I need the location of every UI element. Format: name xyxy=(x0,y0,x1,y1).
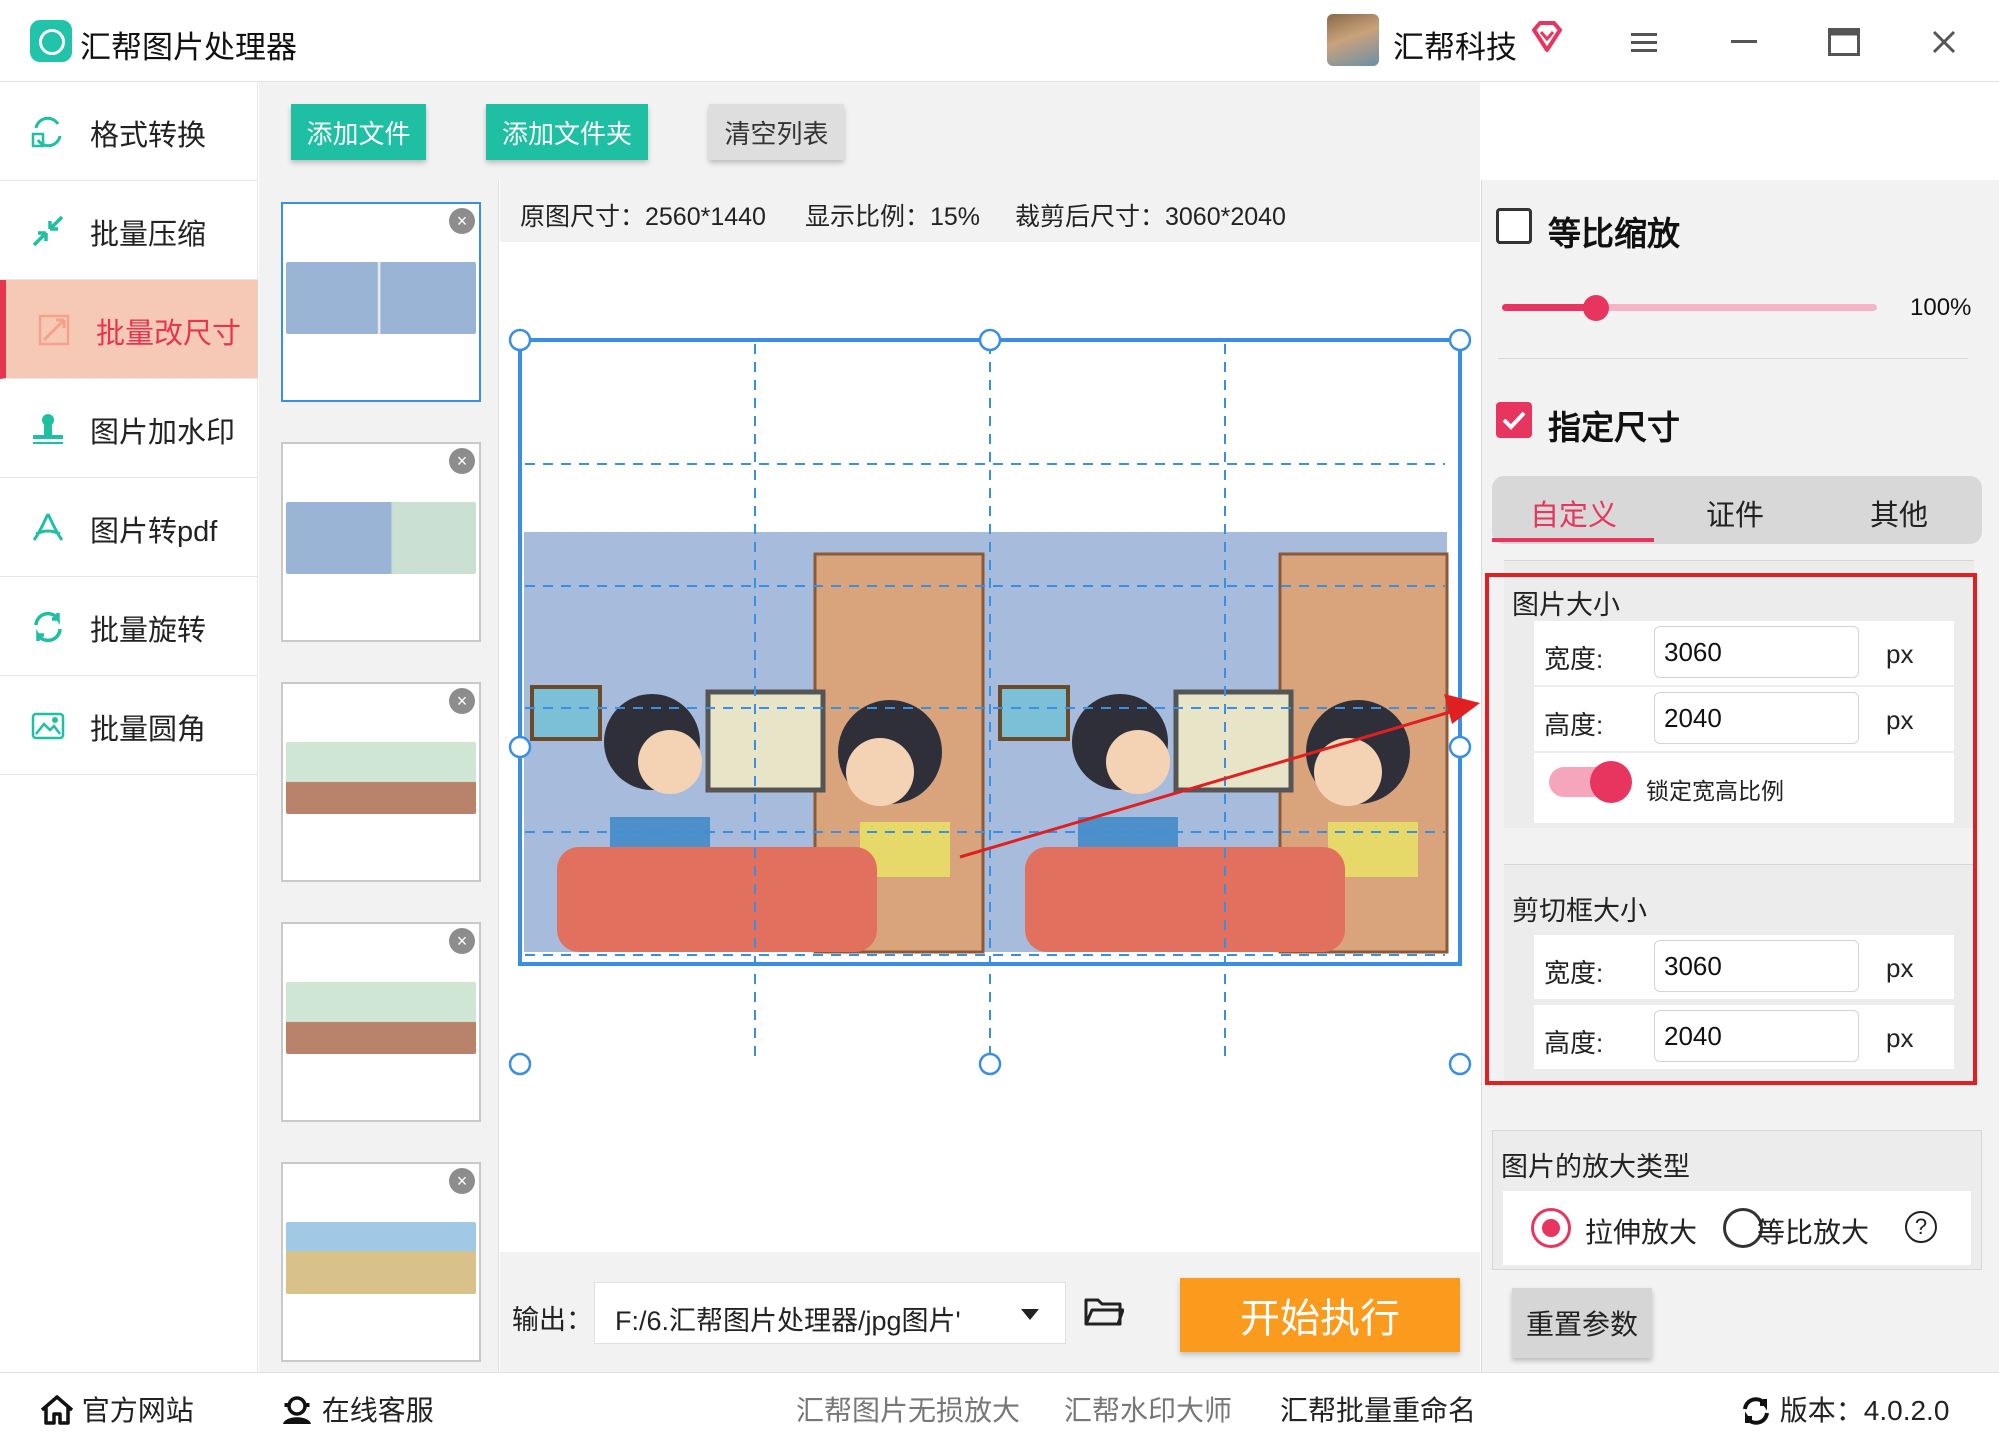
convert-icon xyxy=(31,116,62,148)
size-mode-tabs: 自定义 证件 其他 xyxy=(1492,476,1982,544)
online-support-label: 在线客服 xyxy=(321,1395,434,1426)
scale-slider-knob[interactable] xyxy=(1582,295,1609,321)
remove-thumbnail-icon[interactable]: × xyxy=(449,448,475,474)
official-website-link[interactable]: 官方网站 xyxy=(40,1389,194,1429)
enlarge-type-group: 图片的放大类型 拉伸放大 等比放大 ? xyxy=(1492,1130,1982,1270)
home-icon xyxy=(40,1395,74,1425)
refresh-icon xyxy=(1743,1397,1769,1425)
app-title: 汇帮图片处理器 xyxy=(80,30,297,65)
online-support-link[interactable]: 在线客服 xyxy=(280,1389,434,1429)
proportional-enlarge-label[interactable]: 等比放大 xyxy=(1757,1211,1869,1251)
maximize-icon[interactable] xyxy=(1824,22,1864,62)
folder-icon[interactable] xyxy=(1084,1294,1124,1328)
remove-thumbnail-icon[interactable]: × xyxy=(449,928,475,954)
footer: 官方网站 在线客服 汇帮图片无损放大 汇帮水印大师 汇帮批量重命名 版本：4.0… xyxy=(0,1372,1999,1439)
tab-other[interactable]: 其他 xyxy=(1870,492,1928,534)
reset-params-button[interactable]: 重置参数 xyxy=(1512,1288,1652,1358)
clear-list-button[interactable]: 清空列表 xyxy=(709,104,844,160)
toolbar: 添加文件 添加文件夹 清空列表 xyxy=(259,82,1480,180)
add-file-button[interactable]: 添加文件 xyxy=(291,104,426,160)
specified-size-label: 指定尺寸 xyxy=(1548,409,1680,446)
version-label: 版本：4.0.2.0 xyxy=(1779,1395,1950,1426)
original-size-text: 原图尺寸：2560*1440 xyxy=(520,203,766,231)
preview-canvas[interactable] xyxy=(500,242,1480,1252)
version-info[interactable]: 版本：4.0.2.0 xyxy=(1740,1389,1949,1429)
sidebar-item-batch-resize[interactable]: 批量改尺寸 xyxy=(0,280,258,379)
sidebar-item-batch-rotate[interactable]: 批量旋转 xyxy=(0,577,258,676)
sidebar-item-label: 批量改尺寸 xyxy=(96,318,242,350)
footer-link-upscale[interactable]: 汇帮图片无损放大 xyxy=(796,1389,1020,1429)
support-icon xyxy=(283,1396,311,1424)
checkmark-icon xyxy=(1502,411,1526,430)
user-name[interactable]: 汇帮科技 xyxy=(1393,22,1517,67)
active-tab-indicator xyxy=(1492,538,1654,542)
highlight-box xyxy=(1485,573,1977,1085)
close-icon[interactable] xyxy=(1924,22,1964,62)
sidebar-item-label: 批量圆角 xyxy=(90,714,207,746)
preview-image xyxy=(524,532,1449,954)
sidebar-item-label: 格式转换 xyxy=(90,120,207,152)
specified-size-checkbox[interactable] xyxy=(1496,402,1532,438)
proportional-scale-checkbox[interactable] xyxy=(1496,208,1532,244)
thumbnail-item[interactable]: × xyxy=(281,1162,481,1362)
sidebar-item-round-corner[interactable]: 批量圆角 xyxy=(0,676,258,775)
enlarge-options: 拉伸放大 等比放大 ? xyxy=(1503,1191,1971,1265)
stretch-enlarge-label[interactable]: 拉伸放大 xyxy=(1585,1211,1697,1251)
sidebar-item-label: 图片加水印 xyxy=(90,417,236,449)
rotate-icon xyxy=(34,611,62,643)
scale-value: 100% xyxy=(1910,294,1972,321)
sidebar-item-label: 图片转pdf xyxy=(90,516,218,548)
thumbnail-item[interactable]: × xyxy=(281,922,481,1122)
chevron-down-icon xyxy=(1021,1309,1039,1320)
sidebar-item-watermark[interactable]: 图片加水印 xyxy=(0,379,258,478)
image-info-bar: 原图尺寸：2560*1440 显示比例：15% 裁剪后尺寸：3060*2040 xyxy=(500,180,1480,242)
sidebar-item-to-pdf[interactable]: 图片转pdf xyxy=(0,478,258,577)
stretch-enlarge-radio[interactable] xyxy=(1531,1208,1571,1248)
round-corner-icon xyxy=(31,712,65,740)
add-folder-button[interactable]: 添加文件夹 xyxy=(486,104,648,160)
remove-thumbnail-icon[interactable]: × xyxy=(449,1168,475,1194)
app-logo-icon xyxy=(30,20,72,62)
official-website-label: 官方网站 xyxy=(81,1395,194,1426)
resize-icon xyxy=(38,314,70,346)
footer-link-watermark[interactable]: 汇帮水印大师 xyxy=(1064,1389,1232,1429)
help-icon[interactable]: ? xyxy=(1905,1211,1937,1243)
thumbnail-item[interactable]: × xyxy=(281,202,481,402)
sidebar: 格式转换 批量压缩 批量改尺寸 图片加水印 图片转pdf 批量旋转 批量圆角 xyxy=(0,82,258,1372)
footer-link-rename[interactable]: 汇帮批量重命名 xyxy=(1280,1389,1476,1429)
scale-slider-fill xyxy=(1502,304,1596,311)
menu-icon[interactable] xyxy=(1624,22,1664,62)
output-path-value: F:/6.汇帮图片处理器/jpg图片' xyxy=(615,1306,961,1336)
cropped-size-text: 裁剪后尺寸：3060*2040 xyxy=(1015,203,1286,231)
divider xyxy=(1498,358,1968,359)
watermark-icon xyxy=(33,414,63,444)
proportional-scale-label: 等比缩放 xyxy=(1548,215,1680,252)
tab-custom[interactable]: 自定义 xyxy=(1530,492,1617,534)
thumbnail-list: × × × × × xyxy=(259,180,499,1372)
enlarge-type-title: 图片的放大类型 xyxy=(1501,1152,1690,1182)
output-label: 输出： xyxy=(512,1305,593,1335)
sidebar-item-format-convert[interactable]: 格式转换 xyxy=(0,82,258,181)
output-path-select[interactable]: F:/6.汇帮图片处理器/jpg图片' xyxy=(594,1282,1066,1344)
sidebar-item-batch-compress[interactable]: 批量压缩 xyxy=(0,181,258,280)
minimize-icon[interactable] xyxy=(1724,22,1764,62)
pdf-icon xyxy=(32,513,64,541)
thumbnail-item[interactable]: × xyxy=(281,682,481,882)
display-ratio-text: 显示比例：15% xyxy=(805,203,981,231)
remove-thumbnail-icon[interactable]: × xyxy=(449,208,475,234)
output-bar: 输出： F:/6.汇帮图片处理器/jpg图片' 开始执行 xyxy=(500,1252,1480,1372)
compress-icon xyxy=(32,215,64,247)
tab-id-photo[interactable]: 证件 xyxy=(1706,492,1764,534)
sidebar-item-label: 批量压缩 xyxy=(90,219,207,251)
remove-thumbnail-icon[interactable]: × xyxy=(449,688,475,714)
user-avatar[interactable] xyxy=(1327,14,1379,66)
start-button[interactable]: 开始执行 xyxy=(1180,1278,1460,1352)
vip-diamond-icon[interactable] xyxy=(1530,20,1564,54)
title-bar: 汇帮图片处理器 汇帮科技 xyxy=(0,0,1999,82)
thumbnail-item[interactable]: × xyxy=(281,442,481,642)
sidebar-item-label: 批量旋转 xyxy=(90,615,207,647)
